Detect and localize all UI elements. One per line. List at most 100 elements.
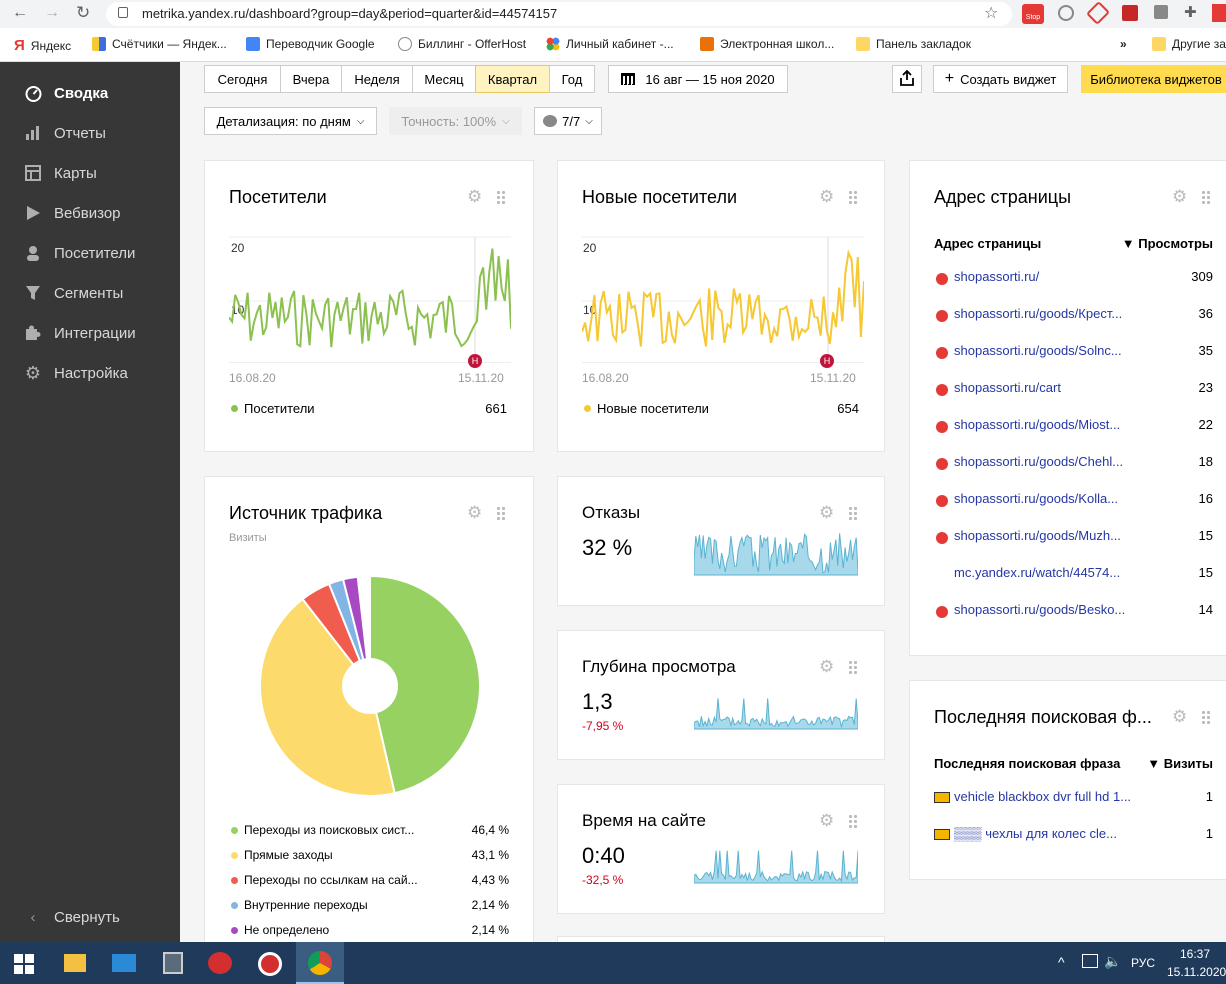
period-quarter[interactable]: Квартал <box>475 65 550 93</box>
drag-handle-icon[interactable] <box>496 506 506 520</box>
puzzle-extensions-icon[interactable]: ✚ <box>1184 3 1197 21</box>
bookmark-folder[interactable]: Панель закладок <box>856 37 971 51</box>
gear-icon[interactable]: ⚙ <box>819 657 834 677</box>
chrome-taskbar-button[interactable] <box>296 942 344 984</box>
period-year[interactable]: Год <box>549 65 595 93</box>
sidebar-item-reports[interactable]: Отчеты <box>24 124 106 142</box>
drag-handle-icon[interactable] <box>848 660 858 674</box>
period-yesterday[interactable]: Вчера <box>280 65 342 93</box>
detail-dropdown[interactable]: Детализация: по дням ⌵ <box>204 107 377 135</box>
globe-icon[interactable] <box>1058 5 1074 21</box>
legend-label: Прямые заходы <box>244 848 333 862</box>
page-views: 15 <box>1198 565 1213 580</box>
red-extension-icon[interactable] <box>1122 5 1138 21</box>
favicon-icon <box>936 347 948 359</box>
drag-handle-icon[interactable] <box>1201 190 1211 204</box>
sidebar-item-summary[interactable]: Сводка <box>24 84 108 102</box>
export-button[interactable] <box>892 65 922 93</box>
tray-chevron-icon[interactable]: ^ <box>1058 954 1065 970</box>
create-widget-button[interactable]: + Создать виджет <box>933 65 1068 93</box>
bookmark-school[interactable]: Электронная школ... <box>700 37 834 51</box>
annotation-marker[interactable]: Н <box>820 354 834 368</box>
gear-icon[interactable]: ⚙ <box>467 503 482 523</box>
sidebar-item-visitors[interactable]: Посетители <box>24 244 135 262</box>
volume-icon[interactable]: 🔈 <box>1104 953 1121 970</box>
chevron-left-icon: ‹ <box>30 908 36 926</box>
gear-icon[interactable]: ⚙ <box>467 187 482 207</box>
bookmark-billing[interactable]: Биллинг - OfferHost <box>398 37 526 51</box>
bookmark-yandex[interactable]: Я Яндекс <box>14 37 71 54</box>
mail-icon[interactable] <box>112 954 136 972</box>
widget-library-button[interactable]: Библиотека виджетов <box>1081 65 1226 93</box>
widget-title: Отказы <box>582 503 641 522</box>
page-link[interactable]: shopassorti.ru/goods/Besko... <box>954 602 1125 617</box>
legend-dot <box>231 852 238 859</box>
clock-time[interactable]: 16:37 <box>1180 947 1210 961</box>
page-link[interactable]: shopassorti.ru/cart <box>954 380 1061 395</box>
page-link[interactable]: shopassorti.ru/ <box>954 269 1039 284</box>
drag-handle-icon[interactable] <box>1201 710 1211 724</box>
drag-handle-icon[interactable] <box>848 190 858 204</box>
date-range-picker[interactable]: 16 авг — 15 ноя 2020 <box>608 65 788 93</box>
file-explorer-icon[interactable] <box>64 954 86 972</box>
bookmark-translate[interactable]: Переводчик Google <box>246 37 375 51</box>
app-red-icon[interactable] <box>208 952 232 974</box>
profile-icon[interactable] <box>1212 4 1226 22</box>
annotation-marker[interactable]: Н <box>468 354 482 368</box>
s-extension-icon[interactable] <box>1085 0 1111 26</box>
gear-icon[interactable]: ⚙ <box>1172 187 1187 207</box>
gear-icon[interactable]: ⚙ <box>819 187 834 207</box>
gear-icon[interactable]: ⚙ <box>819 811 834 831</box>
gear-icon[interactable]: ⚙ <box>1172 707 1187 727</box>
reload-icon[interactable]: ↻ <box>76 3 90 23</box>
star-icon[interactable]: ☆ <box>984 3 998 23</box>
page-link[interactable]: shopassorti.ru/goods/Muzh... <box>954 528 1121 543</box>
clock-date[interactable]: 15.11.2020 <box>1167 965 1226 979</box>
period-month[interactable]: Месяц <box>412 65 476 93</box>
bookmark-counters[interactable]: Счётчики — Яндек... <box>92 37 227 51</box>
accuracy-dropdown[interactable]: Точность: 100% ⌵ <box>389 107 522 135</box>
drag-handle-icon[interactable] <box>848 814 858 828</box>
page-link[interactable]: shopassorti.ru/goods/Крест... <box>954 306 1122 321</box>
drag-handle-icon[interactable] <box>848 506 858 520</box>
gear-icon[interactable]: ⚙ <box>819 503 834 523</box>
page-link[interactable]: shopassorti.ru/goods/Miost... <box>954 417 1120 432</box>
drag-handle-icon[interactable] <box>496 190 506 204</box>
page-link[interactable]: shopassorti.ru/goods/Chehl... <box>954 454 1123 469</box>
period-today[interactable]: Сегодня <box>204 65 281 93</box>
sort-column-header[interactable]: ▼ Просмотры <box>1120 236 1213 251</box>
period-week[interactable]: Неделя <box>341 65 413 93</box>
page-link[interactable]: shopassorti.ru/goods/Solnc... <box>954 343 1122 358</box>
column-header: Адрес страницы <box>934 236 1042 251</box>
sidebar-item-segments[interactable]: Сегменты <box>24 284 123 302</box>
search-phrase-link[interactable]: ▒▒▒ чехлы для колес cle... <box>954 826 1117 841</box>
address-bar[interactable]: metrika.yandex.ru/dashboard?group=day&pe… <box>106 2 1012 26</box>
page-views: 35 <box>1198 343 1213 358</box>
bookmark-cabinet[interactable]: Личный кабинет -... <box>546 37 674 51</box>
stop-extension-icon[interactable]: Stop <box>1022 4 1044 24</box>
creative-cloud-icon[interactable] <box>258 952 282 976</box>
sidebar-item-maps[interactable]: Карты <box>24 164 97 182</box>
calculator-icon[interactable] <box>163 952 183 974</box>
language-indicator[interactable]: РУС <box>1131 956 1155 970</box>
sidebar-item-webvisor[interactable]: Вебвизор <box>24 204 121 222</box>
windows-start-icon[interactable] <box>14 954 34 974</box>
search-phrase-link[interactable]: vehicle blackbox dvr full hd 1... <box>954 789 1131 804</box>
forward-icon[interactable]: → <box>44 4 60 22</box>
network-icon[interactable] <box>1082 954 1098 968</box>
favicon-icon <box>936 495 948 507</box>
page-views: 16 <box>1198 491 1213 506</box>
x-tick: 16.08.20 <box>229 371 276 385</box>
sidebar-item-settings[interactable]: ⚙ Настройка <box>24 363 128 383</box>
sidebar-item-integrations[interactable]: Интеграции <box>24 324 136 342</box>
sort-column-header[interactable]: ▼ Визиты <box>1130 756 1213 771</box>
bookmarks-overflow[interactable]: » <box>1120 37 1127 51</box>
copy-extension-icon[interactable] <box>1154 5 1168 19</box>
sidebar-collapse[interactable]: ‹ Свернуть <box>24 908 120 926</box>
page-link[interactable]: shopassorti.ru/goods/Kolla... <box>954 491 1118 506</box>
page-link[interactable]: mc.yandex.ru/watch/44574... <box>954 565 1120 580</box>
comments-dropdown[interactable]: 7/7 ⌵ <box>534 107 602 135</box>
bookmark-other[interactable]: Другие закл <box>1152 37 1226 51</box>
lock-icon <box>118 7 128 18</box>
back-icon[interactable]: ← <box>12 4 28 22</box>
